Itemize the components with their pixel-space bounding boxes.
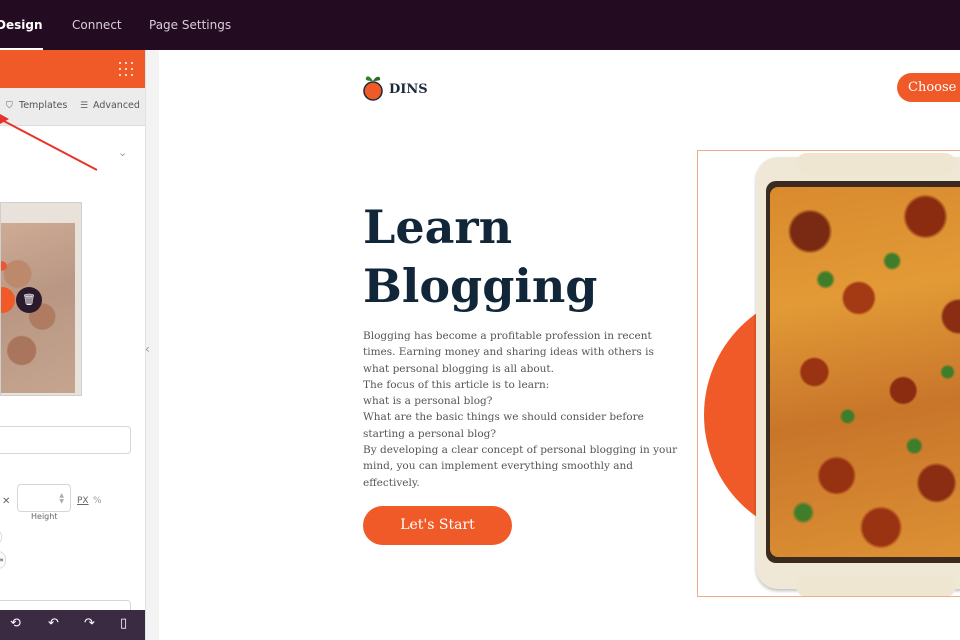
body-line: what personal blogging is all about. [363, 362, 554, 375]
site-logo-text[interactable]: DINS [389, 82, 428, 97]
body-line: By developing a clear concept of persona… [363, 444, 678, 457]
hero-body-text[interactable]: Blogging has become a profitable profess… [363, 328, 683, 491]
tab-page-settings-label: Page Settings [149, 18, 232, 32]
tab-design-label: Design [0, 18, 43, 32]
panel-footer: ⟲ ↶ ↷ ▯ [0, 610, 145, 640]
redo-icon[interactable]: ↷ [84, 616, 95, 631]
image-preview: 🗑 [0, 202, 82, 396]
body-line: effectively. [363, 476, 420, 489]
unit-px-option[interactable]: PX [77, 496, 89, 506]
hero-title-line: Blogging [363, 259, 598, 313]
chevron-down-icon[interactable]: ⌄ [118, 146, 127, 159]
image-url-field[interactable] [0, 426, 131, 454]
dish-interior [766, 181, 960, 563]
hero-title[interactable]: Learn Blogging [363, 198, 597, 316]
panel-header [0, 50, 145, 88]
grid-menu-icon[interactable] [119, 62, 133, 76]
annotation-arrow [0, 114, 98, 171]
body-line: starting a personal blog? [363, 427, 497, 440]
tab-page-settings[interactable]: Page Settings [149, 0, 231, 50]
choose-button[interactable]: Choose N [897, 73, 960, 102]
lets-start-button[interactable]: Let's Start [363, 506, 512, 545]
unit-percent-option[interactable]: % [93, 496, 102, 506]
dish-handle [796, 575, 956, 596]
size-separator: ✕ [2, 496, 11, 507]
height-input[interactable]: ▲ ▼ [17, 484, 71, 512]
editor-window: Design Connect Page Settings ⛉ Templates … [0, 0, 960, 640]
tab-connect[interactable]: Connect [72, 0, 122, 50]
body-line: times. Earning money and sharing ideas w… [363, 346, 654, 359]
tab-design[interactable]: Design [0, 0, 43, 50]
body-line: The focus of this article is to learn: [363, 378, 550, 391]
orange-logo-icon [363, 76, 383, 101]
mobile-preview-icon[interactable]: ▯ [120, 616, 127, 631]
body-line: What are the basic things we should cons… [363, 411, 644, 424]
undo-icon[interactable]: ↶ [48, 616, 59, 631]
body-line: Blogging has become a profitable profess… [363, 330, 652, 342]
collapse-panel-icon[interactable]: ‹ [145, 342, 150, 356]
dish-handle [796, 153, 956, 175]
pasta-bake [770, 187, 960, 557]
body-line: what is a personal blog? [363, 395, 493, 408]
height-label: Height [31, 512, 58, 521]
height-stepper[interactable]: ▲ ▼ [59, 493, 64, 505]
tab-connect-label: Connect [72, 18, 122, 32]
hero-image[interactable] [698, 151, 960, 596]
align-option[interactable] [0, 530, 2, 544]
hero-title-line: Learn [363, 200, 513, 254]
top-toolbar: Design Connect Page Settings [0, 0, 960, 50]
align-right-option[interactable]: ⇥ [0, 551, 6, 569]
baking-dish-photo [756, 153, 960, 596]
history-icon[interactable]: ⟲ [10, 616, 21, 631]
subtab-advanced-label: Advanced [93, 100, 140, 111]
trash-icon: 🗑 [22, 293, 36, 306]
body-line: mind, you can implement everything smoot… [363, 460, 633, 473]
delete-image-button[interactable]: 🗑 [16, 287, 42, 313]
